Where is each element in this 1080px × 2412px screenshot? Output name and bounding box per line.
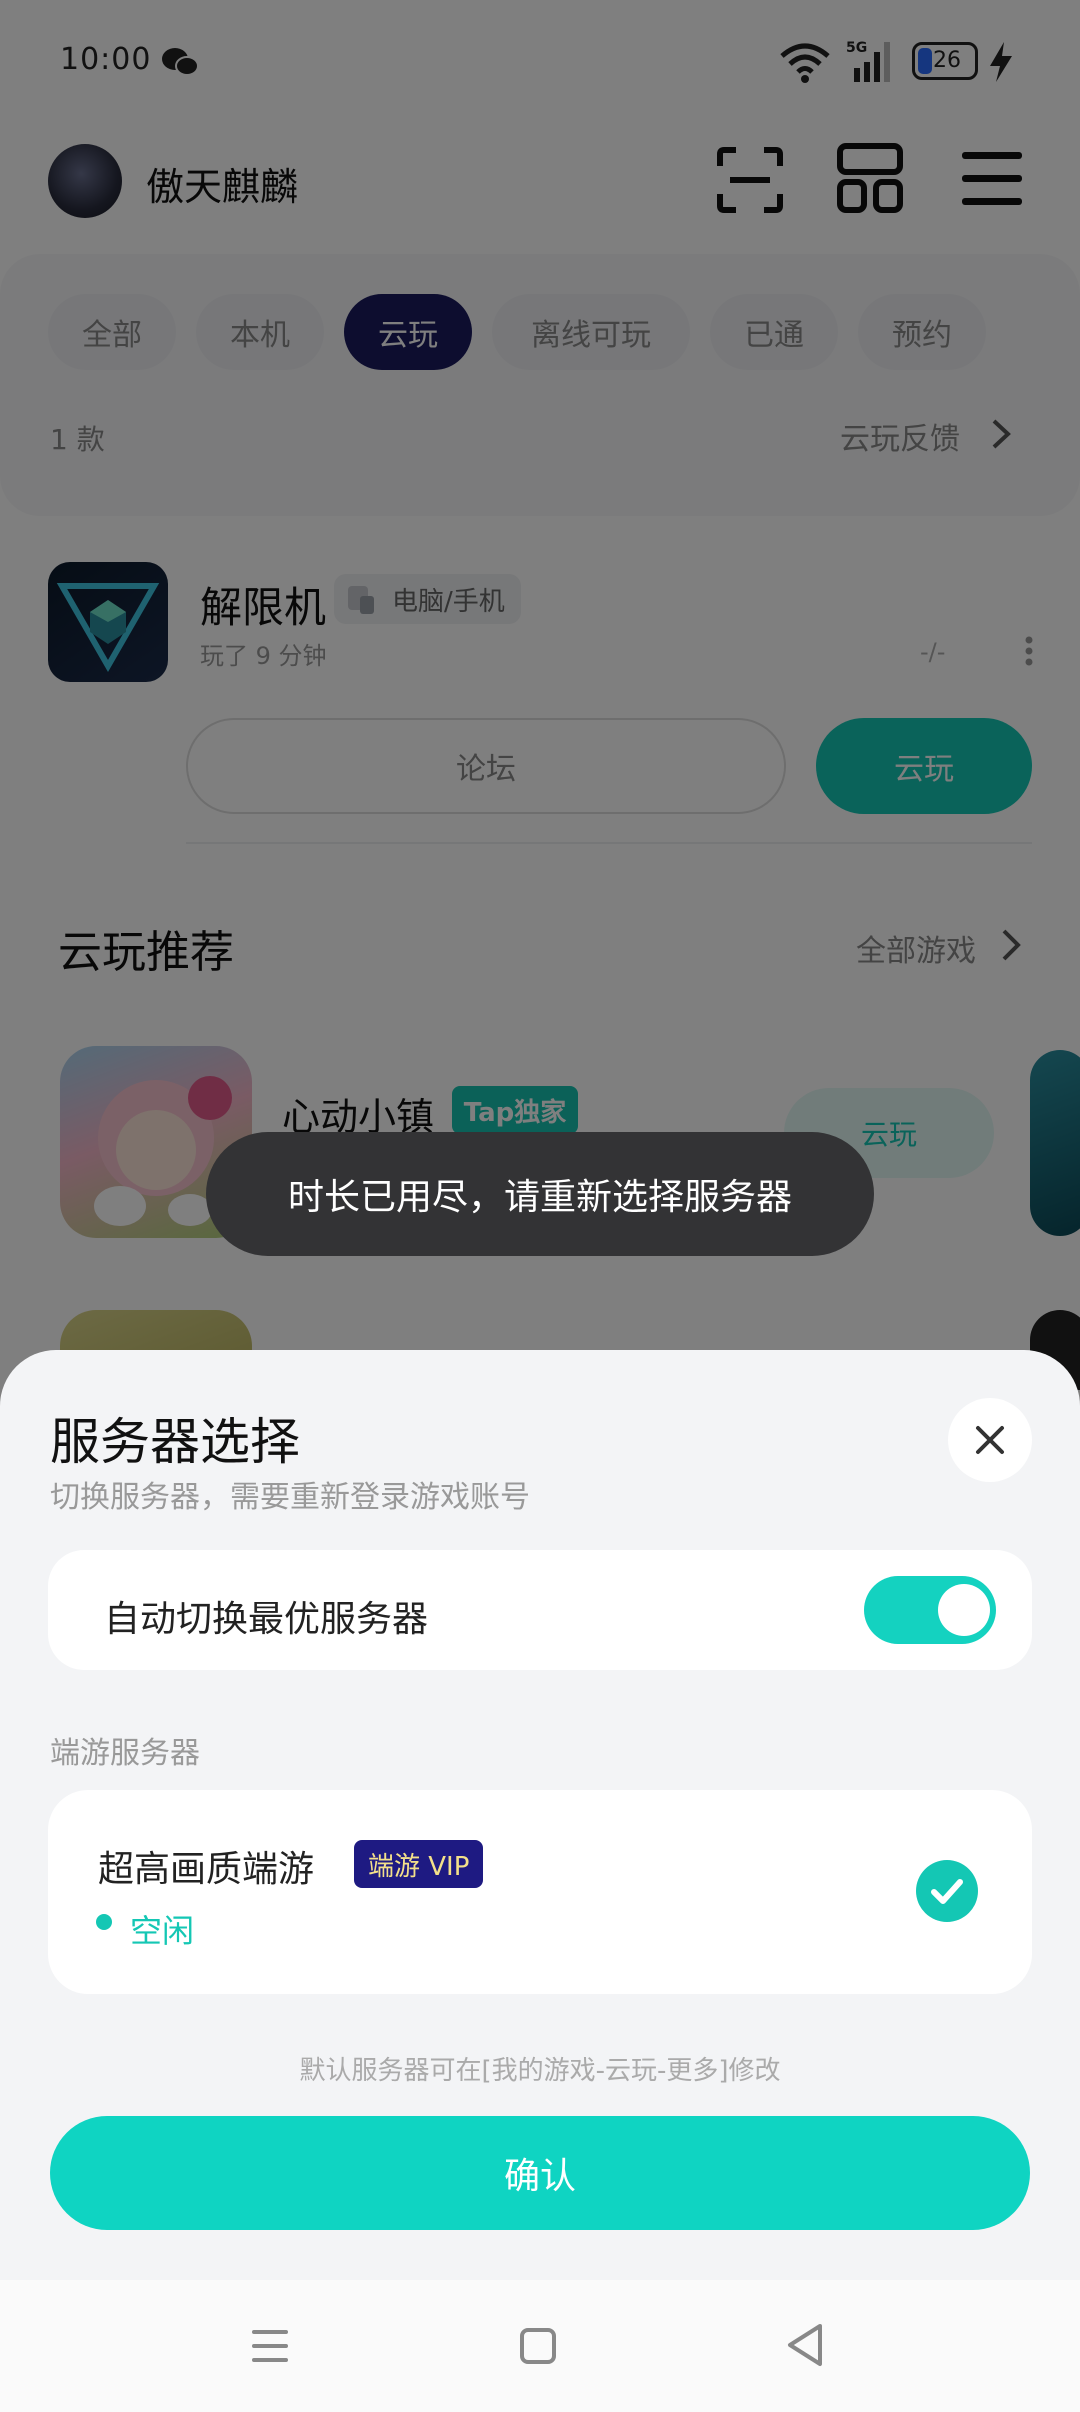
close-icon [976,1426,1004,1454]
selected-check[interactable] [916,1860,978,1922]
confirm-button[interactable]: 确认 [50,2116,1030,2230]
checkmark-icon [931,1879,963,1904]
sheet-title: 服务器选择 [50,1413,300,1471]
home-icon[interactable] [516,2320,560,2372]
back-icon[interactable] [782,2318,830,2372]
server-section-label: 端游服务器 [50,1736,200,1771]
close-button[interactable] [948,1398,1032,1482]
auto-switch-label: 自动切换最优服务器 [104,1599,429,1640]
auto-switch-toggle[interactable] [864,1576,996,1644]
sheet-subtitle: 切换服务器，需要重新登录游戏账号 [50,1480,530,1515]
recent-apps-icon[interactable] [246,2322,294,2370]
server-name: 超高画质端游 [98,1849,315,1890]
server-option[interactable] [48,1790,1032,1994]
server-status: 空闲 [130,1912,195,1950]
toast-message: 时长已用尽，请重新选择服务器 [206,1132,874,1256]
status-dot [96,1914,112,1930]
toggle-knob [938,1584,990,1636]
vip-badge: 端游 VIP [354,1840,484,1888]
default-server-hint: 默认服务器可在[我的游戏-云玩-更多]修改 [299,2056,781,2086]
